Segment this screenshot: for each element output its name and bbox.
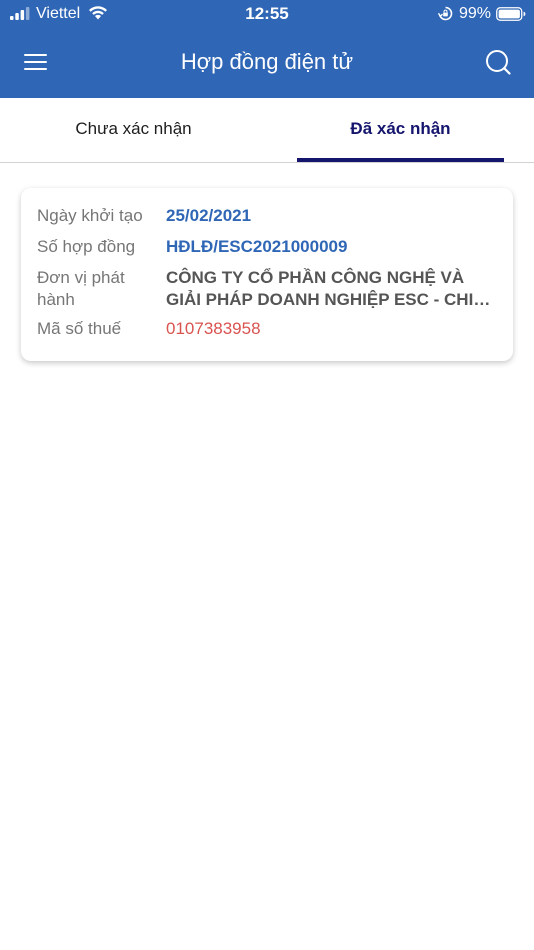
active-tab-indicator <box>297 158 504 162</box>
status-bar: Viettel 12:55 99% <box>0 0 534 28</box>
page-title: Hợp đồng điện tử <box>180 49 354 74</box>
battery-icon <box>496 7 526 21</box>
tab-unconfirmed[interactable]: Chưa xác nhận <box>0 98 267 162</box>
contract-number-label: Số hợp đồng <box>37 237 136 256</box>
tab-confirmed[interactable]: Đã xác nhận <box>267 98 534 162</box>
created-date-value: 25/02/2021 <box>166 206 252 225</box>
search-icon[interactable] <box>484 48 512 76</box>
created-date-label: Ngày khởi tạo <box>37 206 143 225</box>
battery-percent: 99% <box>459 5 492 22</box>
issuer-label: Đơn vị phát hành <box>37 268 125 309</box>
rotation-lock-icon <box>438 6 453 21</box>
status-time: 12:55 <box>245 4 289 23</box>
header: Viettel 12:55 99% Hợp đồng điện tử <box>0 0 534 98</box>
tax-code-label: Mã số thuế <box>37 319 122 338</box>
tax-code-value: 0107383958 <box>166 319 261 338</box>
app-bar: Hợp đồng điện tử <box>0 28 534 98</box>
tab-bar: Chưa xác nhận Đã xác nhận <box>0 98 534 163</box>
issuer-value: CÔNG TY CỔ PHẦN CÔNG NGHỆ VÀ GIẢI PHÁP D… <box>166 268 474 309</box>
hamburger-menu-icon[interactable] <box>22 50 50 74</box>
contract-number-value: HĐLĐ/ESC2021000009 <box>166 237 348 256</box>
contract-card[interactable]: Ngày khởi tạo 25/02/2021 Số hợp đồng HĐL… <box>21 188 513 361</box>
